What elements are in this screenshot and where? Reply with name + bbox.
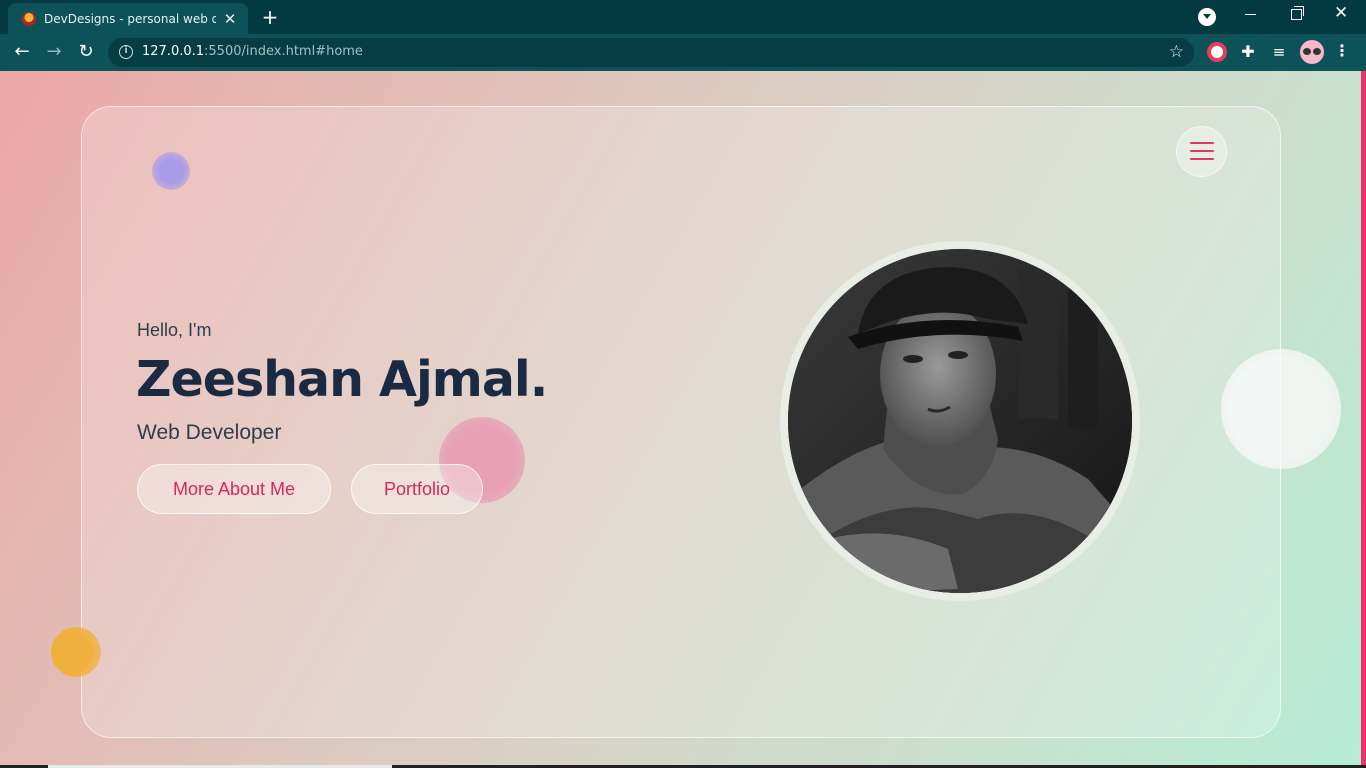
media-icon[interactable]: ≡ bbox=[1269, 42, 1289, 62]
reload-icon[interactable]: ↻ bbox=[74, 40, 98, 64]
page-viewport: Hello, I'm Zeeshan Ajmal. Web Developer … bbox=[0, 71, 1366, 768]
star-icon[interactable]: ☆ bbox=[1169, 42, 1184, 62]
tab-bar: DevDesigns - personal web developer port… bbox=[0, 0, 1366, 34]
profile-photo-illustration bbox=[788, 249, 1132, 593]
minimize-icon[interactable] bbox=[1245, 14, 1256, 15]
close-icon[interactable]: ✕ bbox=[222, 10, 238, 28]
tab-title: DevDesigns - personal web developer port… bbox=[44, 11, 216, 26]
more-icon[interactable]: ⋮ bbox=[1334, 41, 1350, 60]
window-close-icon[interactable]: ✕ bbox=[1334, 3, 1348, 23]
hero-card: Hello, I'm Zeeshan Ajmal. Web Developer … bbox=[81, 106, 1281, 738]
tab-search-icon[interactable] bbox=[1198, 8, 1216, 26]
decorative-blob-yellow bbox=[51, 627, 101, 677]
portfolio-button[interactable]: Portfolio bbox=[351, 464, 483, 514]
back-icon[interactable]: ← bbox=[10, 40, 34, 64]
forward-icon[interactable]: → bbox=[42, 40, 66, 64]
plus-icon[interactable]: + bbox=[258, 5, 282, 29]
url-host: 127.0.0.1 bbox=[142, 44, 205, 59]
decorative-blob-purple bbox=[152, 152, 190, 190]
more-about-me-button[interactable]: More About Me bbox=[137, 464, 331, 514]
hamburger-menu-icon[interactable] bbox=[1176, 126, 1227, 177]
url-text[interactable]: 127.0.0.1:5500/index.html#home bbox=[142, 44, 363, 59]
puzzle-icon[interactable]: ✚ bbox=[1238, 42, 1258, 62]
profile-photo-frame bbox=[780, 241, 1140, 601]
hero-role: Web Developer bbox=[137, 421, 282, 444]
greeting-text: Hello, I'm bbox=[137, 320, 212, 340]
record-extension-icon[interactable] bbox=[1207, 42, 1227, 62]
profile-avatar[interactable] bbox=[1300, 40, 1324, 64]
browser-tab[interactable]: DevDesigns - personal web developer port… bbox=[8, 3, 248, 34]
scrollbar[interactable] bbox=[1361, 71, 1366, 768]
info-icon[interactable]: i bbox=[119, 45, 133, 59]
url-path: :5500/index.html#home bbox=[204, 44, 363, 59]
favicon-icon bbox=[22, 11, 36, 26]
hero-name: Zeeshan Ajmal. bbox=[136, 351, 548, 408]
restore-icon[interactable] bbox=[1291, 6, 1304, 20]
browser-toolbar: ← → ↻ i 127.0.0.1:5500/index.html#home ☆… bbox=[0, 34, 1366, 71]
profile-photo bbox=[788, 249, 1132, 593]
address-bar[interactable]: i 127.0.0.1:5500/index.html#home ☆ bbox=[108, 38, 1194, 67]
